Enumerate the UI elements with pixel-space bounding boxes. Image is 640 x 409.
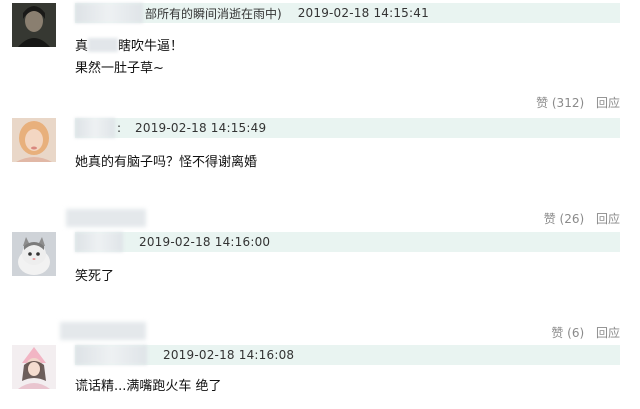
- avatar[interactable]: [12, 232, 56, 276]
- comment-line: 真瞎吹牛逼！: [75, 38, 184, 54]
- comment-item: 2019-02-18 14:16:00 笑死了 赞 (6) 回应: [0, 220, 640, 340]
- comment-header: : 2019-02-18 14:15:49: [75, 118, 620, 138]
- comment-timestamp: 2019-02-18 14:16:00: [139, 235, 271, 249]
- comment-item: 2019-02-18 14:16:08 谎话精...满嘴跑火车 绝了: [0, 340, 640, 409]
- comment-header: 2019-02-18 14:16:00: [75, 232, 620, 252]
- avatar[interactable]: [12, 3, 56, 47]
- comment-thread: 部所有的瞬间消逝在雨中) 2019-02-18 14:15:41 真瞎吹牛逼！ …: [0, 0, 640, 409]
- comment-header: 2019-02-18 14:16:08: [75, 345, 620, 365]
- comment-item: : 2019-02-18 14:15:49 她真的有脑子吗？怪不得谢离婚 赞 (…: [0, 110, 640, 227]
- comment-line: 果然一肚子草~: [75, 61, 164, 76]
- comment-line: 谎话精...满嘴跑火车 绝了: [75, 379, 222, 394]
- avatar-image-dark-portrait: [12, 3, 56, 47]
- avatar[interactable]: [12, 118, 56, 162]
- comment-actions: 赞 (6) 回应: [551, 324, 620, 341]
- comment-actions: 赞 (312) 回应: [536, 94, 620, 111]
- avatar-image-girl-pink-hat: [12, 345, 56, 389]
- username-suffix: :: [117, 121, 122, 135]
- username-blurred[interactable]: [75, 118, 115, 138]
- comment-timestamp: 2019-02-18 14:15:41: [297, 6, 429, 20]
- username-blurred[interactable]: [75, 232, 123, 252]
- comment-line: 她真的有脑子吗？怪不得谢离婚: [75, 155, 258, 170]
- username-suffix: 部所有的瞬间消逝在雨中): [145, 6, 282, 21]
- reply-button[interactable]: 回应: [596, 96, 620, 110]
- comment-text: 笑死了: [75, 266, 114, 288]
- comment-text: 谎话精...满嘴跑火车 绝了: [75, 376, 222, 398]
- avatar-image-blonde-portrait: [12, 118, 56, 162]
- like-button[interactable]: 赞 (6): [551, 326, 584, 340]
- comment-line: 笑死了: [75, 269, 115, 284]
- reply-button[interactable]: 回应: [596, 326, 620, 340]
- like-button[interactable]: 赞 (312): [536, 96, 584, 110]
- comment-header: 部所有的瞬间消逝在雨中) 2019-02-18 14:15:41: [75, 3, 620, 23]
- username-blurred[interactable]: [75, 3, 143, 23]
- username-blurred[interactable]: [75, 345, 147, 365]
- comment-timestamp: 2019-02-18 14:15:49: [135, 121, 267, 135]
- comment-text: 真瞎吹牛逼！ 果然一肚子草~: [75, 36, 183, 80]
- comment-timestamp: 2019-02-18 14:16:08: [163, 348, 295, 362]
- comment-item: 部所有的瞬间消逝在雨中) 2019-02-18 14:15:41 真瞎吹牛逼！ …: [0, 0, 640, 110]
- username-blurred: [60, 322, 146, 340]
- avatar-image-cat: [12, 232, 56, 276]
- redacted-text: [88, 38, 119, 52]
- avatar[interactable]: [12, 345, 56, 389]
- comment-text: 她真的有脑子吗？怪不得谢离婚: [75, 152, 257, 174]
